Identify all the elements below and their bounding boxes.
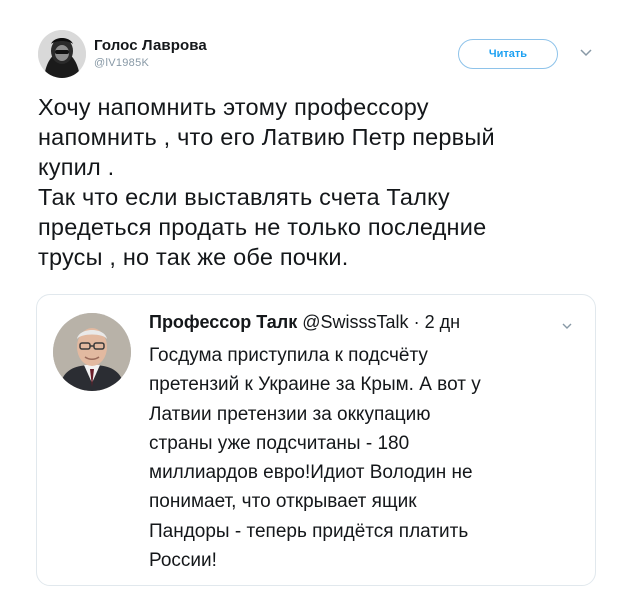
- author-info: Голос Лаврова @lV1985K: [94, 37, 207, 69]
- dark-hooded-avatar-icon: [38, 30, 86, 78]
- quoted-text-line: страны уже подсчитаны - 180: [149, 432, 410, 454]
- tweet-text-line: трусы , но так же обе почки.: [38, 244, 349, 270]
- chevron-down-icon: [562, 323, 572, 329]
- tweet-menu-button[interactable]: [579, 45, 593, 59]
- quoted-text-line: Пандоры - теперь придётся платить: [149, 520, 469, 542]
- quoted-tweet-header: Профессор Талк @SwisssTalk · 2 дн: [149, 312, 460, 333]
- tweet-text-line: Хочу напомнить этому профессору: [38, 94, 429, 120]
- quoted-text-line: России!: [149, 550, 217, 572]
- tweet-text-line: предеться продать не только последние: [38, 214, 487, 240]
- quoted-author-name[interactable]: Профессор Талк: [149, 312, 297, 332]
- quoted-text-line: Госдума приступила к подсчёту: [149, 345, 428, 366]
- elderly-man-glasses-avatar-icon: [53, 313, 131, 391]
- author-avatar[interactable]: [38, 30, 86, 78]
- quoted-tweet-time[interactable]: 2 дн: [425, 312, 460, 332]
- tweet-text: Хочу напомнить этому профессору напомнит…: [38, 92, 608, 272]
- quoted-tweet-menu-button[interactable]: [561, 319, 573, 331]
- tweet-text-line: напомнить , что его Латвию Петр первый: [38, 124, 495, 150]
- follow-button[interactable]: Читать: [458, 39, 558, 69]
- quoted-text-line: миллиардов евро!Идиот Володин не: [149, 462, 473, 484]
- quoted-text-line: претензий к Украине за Крым. А вот у: [149, 374, 481, 396]
- quoted-tweet[interactable]: Профессор Талк @SwisssTalk · 2 дн Госдум…: [36, 294, 596, 586]
- quoted-tweet-text: Госдума приступила к подсчёту претензий …: [149, 341, 579, 575]
- quoted-author-avatar[interactable]: [53, 313, 131, 391]
- meta-separator: ·: [413, 312, 420, 332]
- quoted-text-line: понимает, что открывает ящик: [149, 491, 417, 513]
- quoted-author-handle[interactable]: @SwisssTalk: [302, 312, 408, 332]
- tweet-text-line: купил .: [38, 154, 115, 180]
- tweet-card: Голос Лаврова @lV1985K Читать Хочу напом…: [0, 0, 631, 603]
- author-handle[interactable]: @lV1985K: [94, 57, 207, 69]
- quoted-text-line: Латвии претензии за оккупацию: [149, 403, 431, 425]
- author-name[interactable]: Голос Лаврова: [94, 37, 207, 54]
- chevron-down-icon: [580, 49, 592, 57]
- tweet-text-line: Так что если выставлять счета Талку: [38, 184, 450, 210]
